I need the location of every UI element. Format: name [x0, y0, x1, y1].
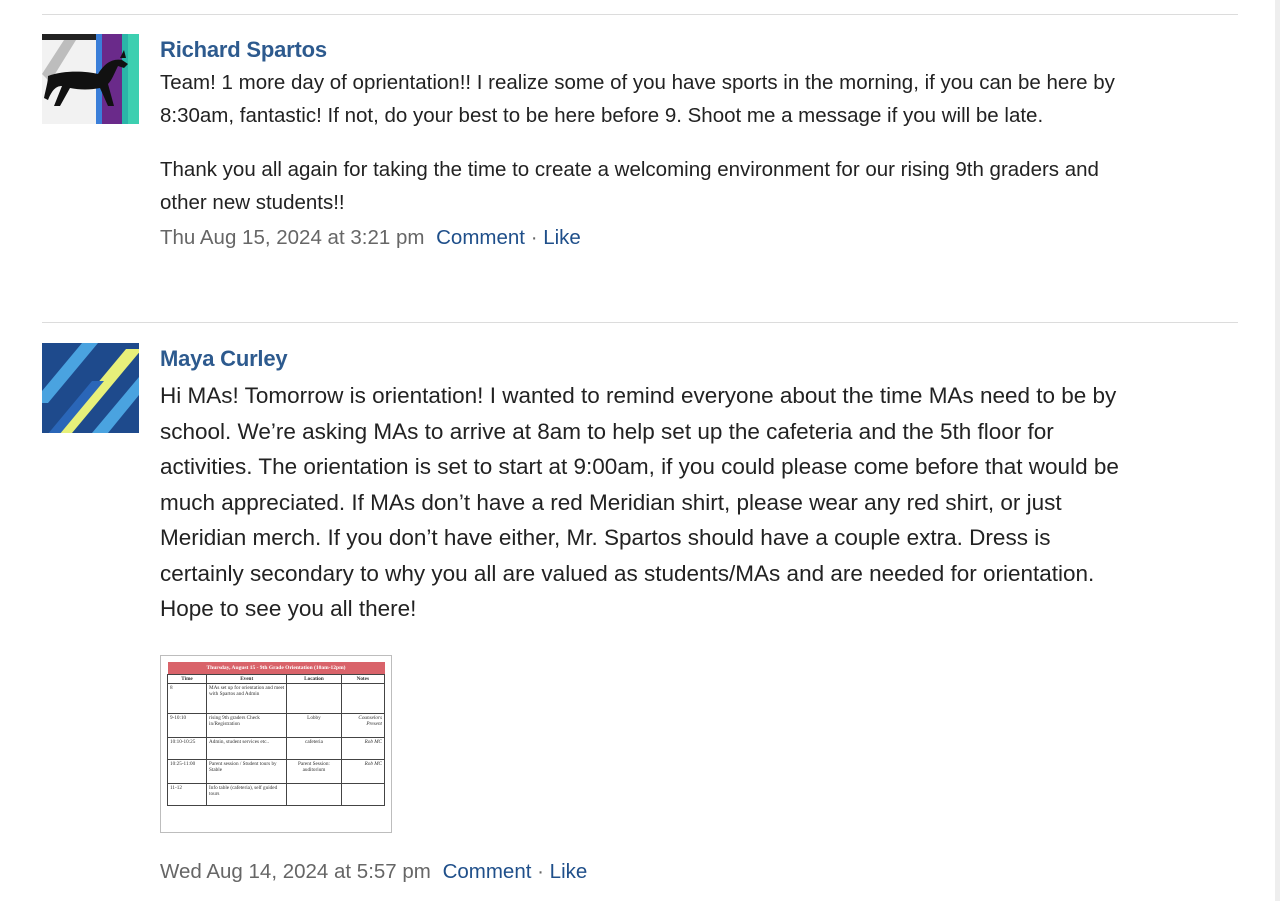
post-meta: Thu Aug 15, 2024 at 3:21 pm Comment · Li… — [160, 222, 1140, 254]
divider — [42, 14, 1238, 15]
pattern-avatar-image — [42, 343, 139, 433]
comment-link[interactable]: Comment — [436, 226, 525, 249]
avatar[interactable] — [42, 34, 139, 124]
table-cell: Info table (cafeteria), self guided tour… — [206, 783, 288, 806]
table-cell: rising 9th graders Check in/Registration — [206, 713, 288, 738]
post-text: Thank you all again for taking the time … — [160, 158, 1099, 214]
post-text: Hi MAs! Tomorrow is orientation! I wante… — [160, 383, 1119, 621]
table-row: 10:25-11:00 Parent session / Student tou… — [166, 759, 386, 784]
column-header: Time — [166, 674, 208, 684]
comment-link[interactable]: Comment — [443, 860, 532, 883]
like-link[interactable]: Like — [550, 860, 588, 883]
attachment-thumbnail[interactable]: Thursday, August 15 - 9th Grade Orientat… — [160, 655, 392, 833]
schedule-title: Thursday, August 15 - 9th Grade Orientat… — [167, 662, 385, 675]
author-name[interactable]: Maya Curley — [160, 343, 1140, 375]
table-cell: Counselors Present — [340, 713, 386, 738]
column-header: Notes — [340, 674, 386, 684]
post-meta: Wed Aug 14, 2024 at 5:57 pm Comment · Li… — [160, 856, 587, 888]
table-row: 11-12 Info table (cafeteria), self guide… — [166, 783, 386, 806]
table-cell: Rob MC — [340, 737, 386, 760]
like-link[interactable]: Like — [543, 226, 581, 249]
table-cell — [340, 783, 386, 806]
post-text: Team! 1 more day of oprientation!! I rea… — [160, 71, 1115, 127]
table-cell — [286, 683, 342, 714]
table-cell: Admin, student services etc.. — [206, 737, 288, 760]
table-cell — [340, 683, 386, 714]
column-header: Event — [206, 674, 288, 684]
column-header: Location — [286, 674, 342, 684]
table-cell: 9-10:10 — [166, 713, 208, 738]
table-cell: 11-12 — [166, 783, 208, 806]
schedule-table: Thursday, August 15 - 9th Grade Orientat… — [166, 662, 386, 806]
table-cell: 10:10-10:25 — [166, 737, 208, 760]
timestamp: Thu Aug 15, 2024 at 3:21 pm — [160, 226, 425, 249]
table-cell: cafeteria — [286, 737, 342, 760]
table-cell: 8 — [166, 683, 208, 714]
table-cell: Parent Session: auditorium — [286, 759, 342, 784]
separator: · — [530, 226, 538, 249]
horse-avatar-image — [42, 34, 139, 124]
avatar[interactable] — [42, 343, 139, 433]
table-row: 9-10:10 rising 9th graders Check in/Regi… — [166, 713, 386, 738]
timestamp: Wed Aug 14, 2024 at 5:57 pm — [160, 860, 431, 883]
table-cell — [286, 783, 342, 806]
scrollbar[interactable] — [1275, 0, 1280, 901]
table-cell: Rob MC — [340, 759, 386, 784]
table-cell: MAs set up for orientation and meet with… — [206, 683, 288, 714]
author-name[interactable]: Richard Spartos — [160, 34, 1140, 66]
table-cell: Parent session / Student tours by Stable — [206, 759, 288, 784]
table-row: 10:10-10:25 Admin, student services etc.… — [166, 737, 386, 760]
table-row: 8 MAs set up for orientation and meet wi… — [166, 683, 386, 714]
separator: · — [537, 860, 544, 883]
table-cell: 10:25-11:00 — [166, 759, 208, 784]
divider — [42, 322, 1238, 323]
table-cell: Lobby — [286, 713, 342, 738]
